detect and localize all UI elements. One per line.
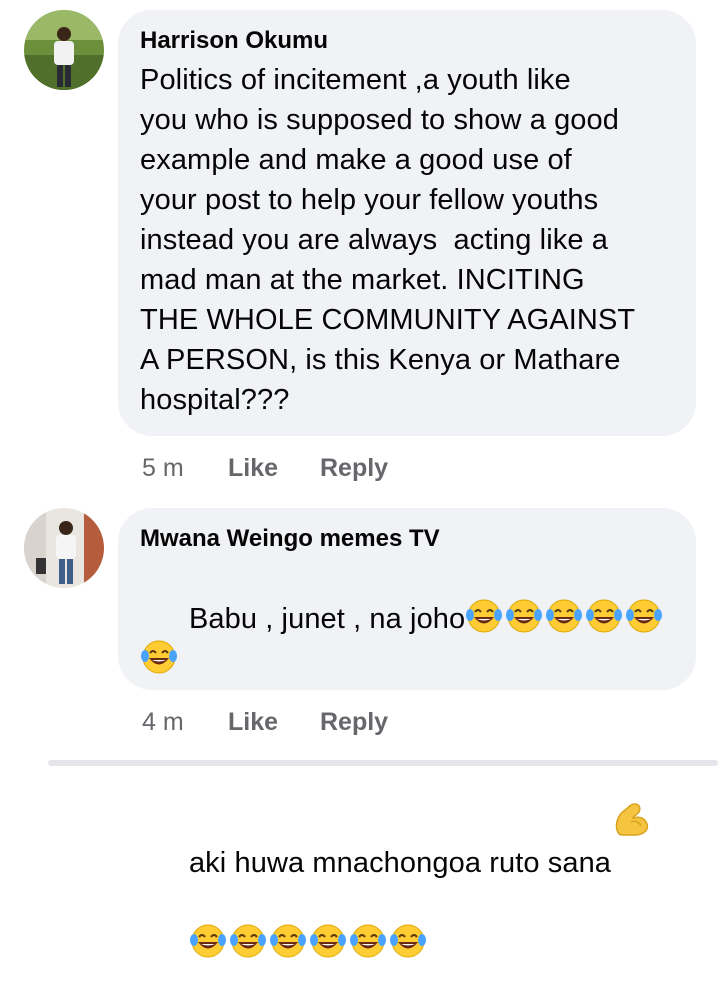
comment-timestamp[interactable]: 4 m — [142, 707, 228, 737]
face-with-tears-of-joy-icon — [585, 598, 623, 634]
face-with-tears-of-joy-icon — [309, 923, 347, 959]
avatar[interactable] — [24, 10, 104, 90]
face-with-tears-of-joy-icon — [625, 598, 663, 634]
comment-actions: 4 m Like Reply — [142, 707, 388, 737]
face-with-tears-of-joy-icon — [189, 923, 227, 959]
reply-button[interactable]: Reply — [320, 707, 388, 737]
face-with-tears-of-joy-icon — [505, 598, 543, 634]
laugh-emoji-group — [189, 924, 429, 960]
like-button[interactable]: Like — [228, 707, 320, 737]
avatar[interactable] — [24, 508, 104, 588]
reply-button[interactable]: Reply — [320, 453, 388, 483]
like-button[interactable]: Like — [228, 453, 320, 483]
comment-author[interactable]: Mwana Weingo memes TV — [140, 524, 676, 554]
comment-text-line1: Babu , junet , na joho — [188, 603, 466, 635]
comment-bubble: Mwana Weingo memes TV Babu , junet , na … — [118, 508, 696, 958]
face-with-tears-of-joy-icon — [269, 923, 307, 959]
face-with-tears-of-joy-icon — [140, 639, 178, 675]
comment-text-line2: aki huwa mnachongoa ruto sana — [188, 847, 612, 879]
comment-text: Babu , junet , na joho aki huwa mnachong… — [140, 558, 676, 1004]
comment-text: Politics of incitement ,a youth like you… — [140, 64, 636, 416]
face-with-tears-of-joy-icon — [389, 923, 427, 959]
face-with-tears-of-joy-icon — [229, 923, 267, 959]
comment-author[interactable]: Harrison Okumu — [140, 26, 676, 56]
divider — [48, 760, 718, 766]
flexed-biceps-icon — [611, 720, 651, 836]
face-with-tears-of-joy-icon — [545, 598, 583, 634]
comment-actions: 5 m Like Reply — [142, 453, 388, 483]
face-with-tears-of-joy-icon — [349, 923, 387, 959]
comment-bubble: Harrison Okumu Politics of incitement ,a… — [118, 10, 696, 436]
face-with-tears-of-joy-icon — [465, 598, 503, 634]
comment-timestamp[interactable]: 5 m — [142, 453, 228, 483]
